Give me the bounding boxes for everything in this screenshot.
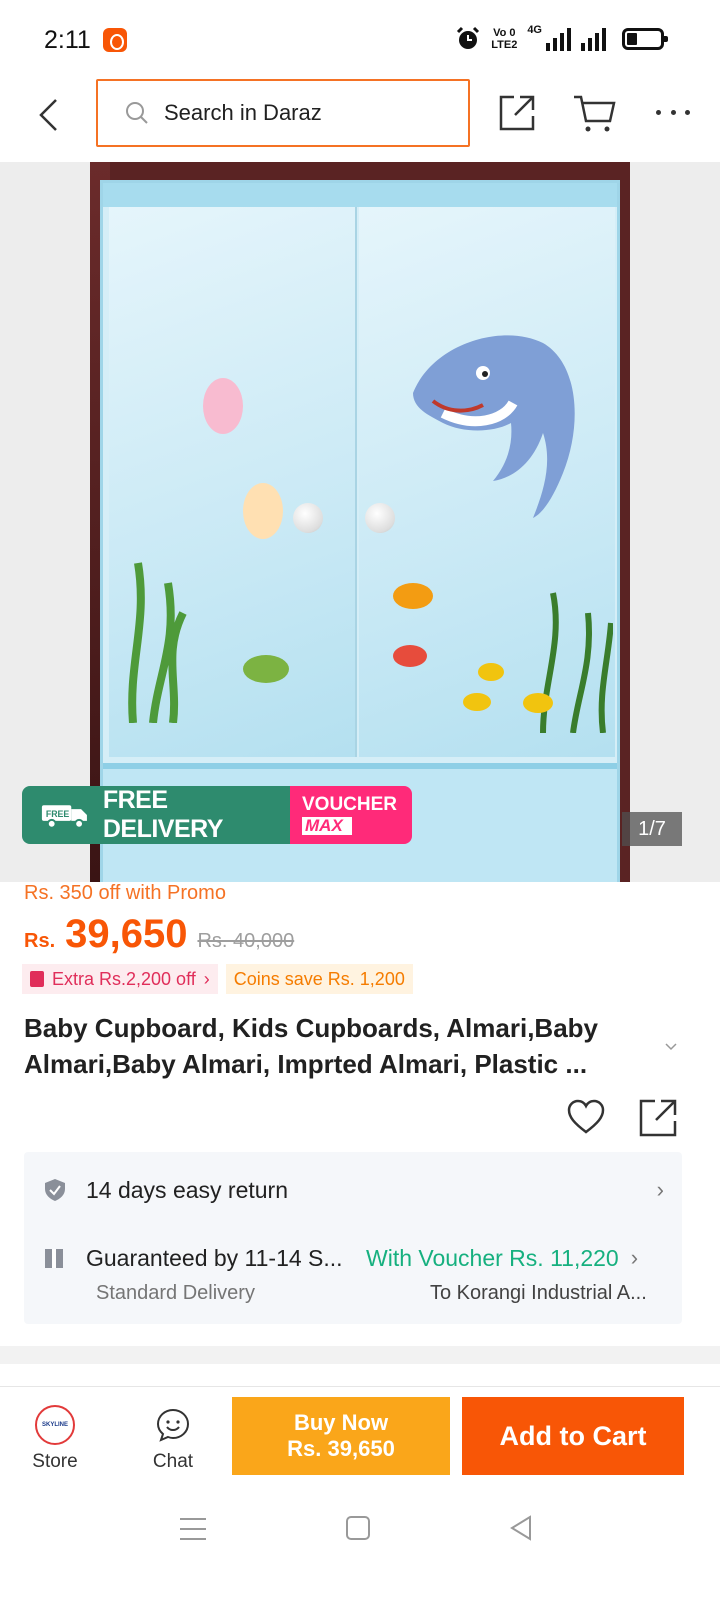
chat-icon — [156, 1408, 190, 1442]
shield-icon — [45, 1179, 65, 1201]
store-button[interactable]: SKYLINE Store — [22, 1405, 88, 1473]
promo-text: Rs. 350 off with Promo — [24, 882, 226, 904]
image-counter: 1/7 — [622, 812, 682, 846]
network-type: 4G — [527, 24, 542, 36]
share-icon[interactable] — [498, 94, 536, 132]
product-title: Baby Cupboard, Kids Cupboards, Almari,Ba… — [24, 1013, 599, 1079]
bottom-action-bar: SKYLINE Store Chat Buy Now Rs. 39,650 Ad… — [0, 1386, 720, 1486]
heart-icon[interactable] — [566, 1098, 606, 1138]
delivery-info-card: 14 days easy return › Guaranteed by 11-1… — [24, 1152, 682, 1324]
status-bar: 2:11 Vo 0 LTE2 4G — [0, 0, 720, 80]
search-icon — [126, 102, 148, 124]
coins-save-tag: Coins save Rs. 1,200 — [225, 964, 413, 994]
delivery-voucher-text: With Voucher Rs. 11,220 — [366, 1244, 619, 1271]
package-icon — [45, 1249, 63, 1268]
extra-off-tag[interactable]: Extra Rs.2,200 off › — [22, 964, 218, 994]
voucher-max-badge: VOUCHER MAX — [290, 786, 412, 844]
system-navigation-bar — [0, 1486, 720, 1604]
share-icon[interactable] — [638, 1098, 678, 1138]
more-icon[interactable] — [656, 110, 690, 118]
chevron-right-icon: › — [656, 1177, 664, 1202]
battery-icon — [622, 28, 668, 50]
status-indicators: Vo 0 LTE2 4G — [455, 24, 668, 54]
discount-tags: Extra Rs.2,200 off › Coins save Rs. 1,20… — [22, 964, 413, 994]
svg-text:FREE: FREE — [46, 809, 70, 819]
chat-label: Chat — [152, 1451, 194, 1472]
cart-icon[interactable] — [572, 94, 616, 134]
truck-icon: FREE — [41, 805, 87, 829]
delivery-type: Standard Delivery — [96, 1282, 255, 1304]
product-image-gallery[interactable]: FREE FREE DELIVERY VOUCHER MAX 1/7 — [0, 162, 720, 882]
search-input[interactable]: Search in Daraz — [96, 79, 470, 147]
product-image — [90, 162, 630, 882]
delivery-guarantee-text: Guaranteed by 11-14 S... — [86, 1244, 343, 1271]
home-icon[interactable] — [346, 1516, 370, 1540]
daraz-notification-icon — [103, 28, 127, 52]
ticket-icon — [30, 971, 44, 987]
store-logo: SKYLINE — [35, 1405, 75, 1445]
add-to-cart-button[interactable]: Add to Cart — [462, 1397, 684, 1475]
delivery-row[interactable]: Guaranteed by 11-14 S... With Voucher Rs… — [44, 1242, 664, 1274]
search-placeholder: Search in Daraz — [164, 100, 322, 125]
free-delivery-label: FREE DELIVERY — [102, 786, 224, 843]
chevron-right-icon: › — [630, 1245, 639, 1270]
return-policy-text: 14 days easy return — [86, 1176, 289, 1203]
original-price: Rs. 40,000 — [197, 930, 295, 952]
chat-button[interactable]: Chat — [140, 1405, 206, 1473]
chevron-right-icon: › — [203, 968, 210, 989]
recent-apps-icon[interactable] — [180, 1518, 206, 1540]
status-time: 2:11 — [44, 26, 91, 54]
back-icon[interactable] — [36, 98, 60, 132]
signal-icon — [546, 27, 571, 51]
return-policy-row[interactable]: 14 days easy return › — [44, 1174, 664, 1206]
chevron-down-icon[interactable] — [664, 1040, 678, 1054]
currency-label: Rs. — [24, 930, 56, 952]
delivery-destination: To Korangi Industrial A... — [430, 1282, 647, 1304]
top-nav: Search in Daraz — [0, 76, 720, 160]
volte-indicator: Vo 0 LTE2 — [491, 27, 518, 51]
store-label: Store — [32, 1451, 78, 1472]
signal-icon-2 — [581, 27, 606, 51]
free-delivery-badge: FREE FREE DELIVERY VOUCHER MAX — [22, 786, 412, 844]
back-triangle-icon[interactable] — [508, 1514, 534, 1542]
section-divider — [0, 1346, 720, 1364]
buy-now-button[interactable]: Buy Now Rs. 39,650 — [232, 1397, 450, 1475]
current-price: 39,650 — [65, 912, 188, 956]
price-row: Rs. 39,650 Rs. 40,000 — [24, 912, 294, 957]
alarm-icon — [457, 26, 480, 49]
